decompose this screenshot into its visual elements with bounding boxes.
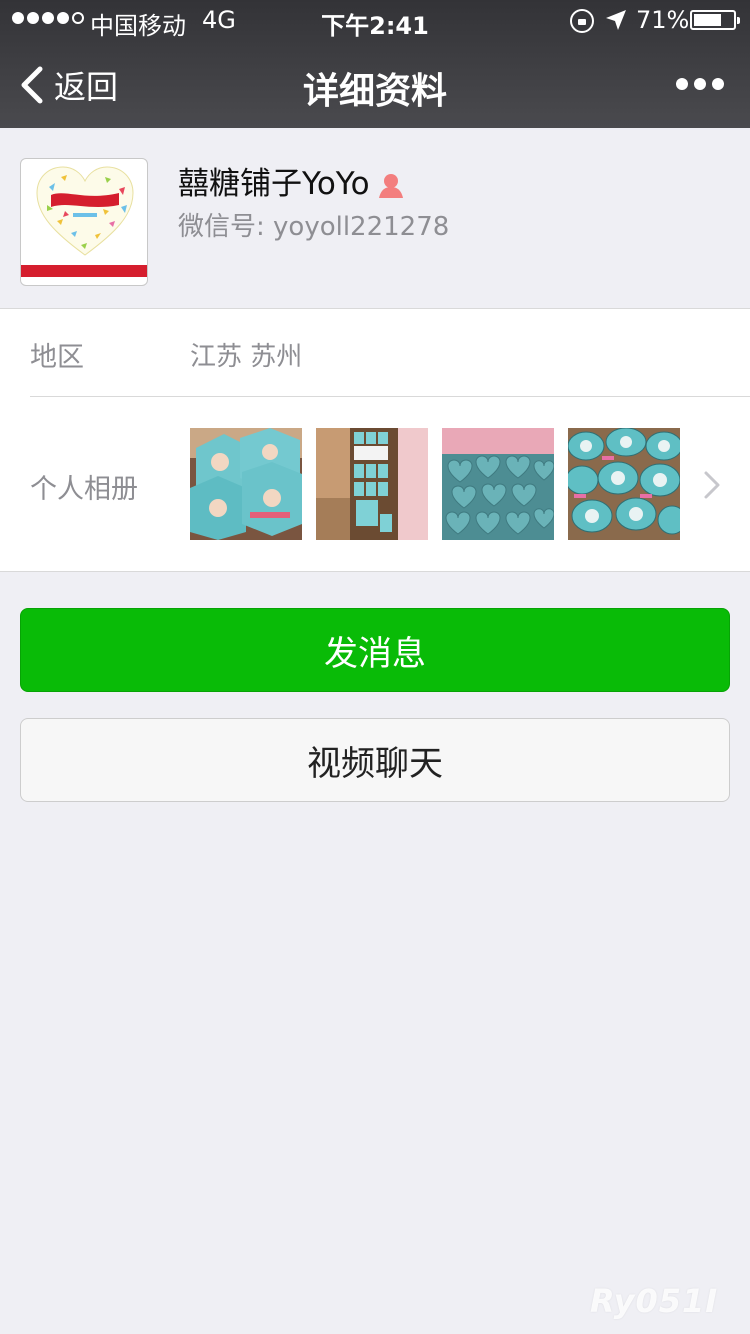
avatar-banner bbox=[21, 265, 147, 277]
region-value: 江苏 苏州 bbox=[190, 342, 303, 372]
wechat-id: 微信号: yoyoll221278 bbox=[178, 212, 450, 242]
location-arrow-icon bbox=[606, 10, 626, 30]
avatar[interactable] bbox=[20, 158, 148, 286]
watermark: Ry051I bbox=[590, 1282, 719, 1320]
ellipsis-icon bbox=[676, 78, 688, 90]
chevron-right-icon bbox=[704, 471, 720, 499]
album-photo[interactable] bbox=[190, 428, 302, 540]
status-bar: 中国移动 4G 下午2:41 71% bbox=[0, 0, 750, 40]
profile-name: 囍糖铺子YoYo bbox=[178, 158, 404, 203]
send-message-button[interactable]: 发消息 bbox=[20, 608, 730, 692]
battery-fill bbox=[694, 14, 721, 26]
album-photo[interactable] bbox=[316, 428, 428, 540]
region-label: 地区 bbox=[30, 342, 84, 373]
page-title: 详细资料 bbox=[302, 71, 447, 112]
more-button[interactable] bbox=[676, 74, 726, 94]
region-row: 地区 江苏 苏州 bbox=[0, 309, 750, 397]
profile-header: 囍糖铺子YoYo 微信号: yoyoll221278 bbox=[0, 128, 750, 308]
avatar-heart-image bbox=[36, 166, 134, 256]
album-photo[interactable] bbox=[568, 428, 680, 540]
album-photo[interactable] bbox=[442, 428, 554, 540]
album-row[interactable]: 个人相册 bbox=[0, 397, 750, 572]
battery-icon bbox=[690, 10, 740, 30]
info-group: 地区 江苏 苏州 个人相册 bbox=[0, 308, 750, 572]
profile-name-text: 囍糖铺子YoYo bbox=[178, 166, 370, 202]
album-label: 个人相册 bbox=[30, 474, 138, 505]
female-icon bbox=[378, 173, 403, 198]
header: 中国移动 4G 下午2:41 71% 返回 详细资料 bbox=[0, 0, 750, 128]
orientation-lock-icon bbox=[570, 9, 594, 33]
video-chat-button[interactable]: 视频聊天 bbox=[20, 718, 730, 802]
battery-percent: 71% bbox=[636, 6, 690, 34]
